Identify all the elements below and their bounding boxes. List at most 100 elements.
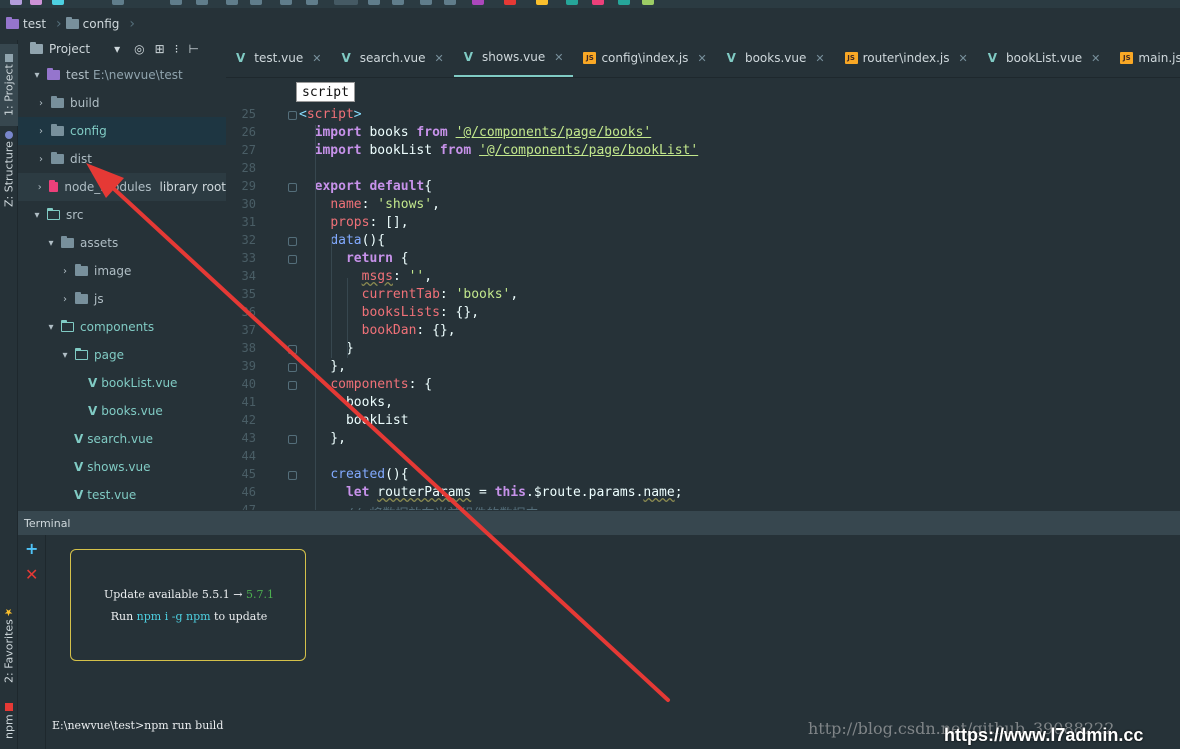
chevron-down-icon[interactable]: ▾ bbox=[46, 238, 56, 249]
cut-icon[interactable] bbox=[170, 0, 182, 5]
locate-target-icon[interactable]: ◎ bbox=[134, 42, 144, 56]
editor-tab[interactable]: Vtest.vue ✕ bbox=[226, 40, 331, 77]
chevron-down-icon[interactable]: ▾ bbox=[114, 42, 120, 56]
back-icon[interactable] bbox=[280, 0, 292, 5]
close-tab-icon[interactable]: ✕ bbox=[959, 52, 968, 65]
tree-item[interactable]: ▾ page bbox=[18, 341, 226, 369]
code-line: }, bbox=[299, 359, 346, 374]
editor-tab[interactable]: JSmain.js✕ bbox=[1110, 40, 1180, 77]
chevron-right-icon[interactable]: › bbox=[36, 154, 46, 165]
chevron-down-icon[interactable]: ▾ bbox=[46, 322, 56, 333]
chevron-down-icon[interactable]: ▾ bbox=[32, 210, 42, 221]
close-tab-icon[interactable]: ✕ bbox=[697, 52, 706, 65]
editor-tab-label: bookList.vue bbox=[1006, 51, 1083, 65]
tree-item[interactable]: › config bbox=[18, 117, 226, 145]
tree-item[interactable]: › build bbox=[18, 89, 226, 117]
fold-marker-icon[interactable] bbox=[288, 363, 297, 372]
editor-tab[interactable]: Vshows.vue ✕ bbox=[453, 40, 574, 77]
tab-structure-tool[interactable]: Z: Structure bbox=[0, 130, 18, 208]
fold-marker-icon[interactable] bbox=[288, 471, 297, 480]
update-run-line: Run npm i -g npm to update bbox=[110, 610, 268, 623]
breadcrumb-project[interactable]: test › bbox=[6, 16, 66, 32]
tree-item[interactable]: Vbooks.vue bbox=[18, 397, 226, 425]
tree-item[interactable]: Vsearch.vue bbox=[18, 425, 226, 453]
chevron-right-icon[interactable]: › bbox=[60, 294, 70, 305]
chevron-down-icon[interactable]: ▾ bbox=[60, 350, 70, 361]
debug-icon[interactable] bbox=[392, 0, 404, 5]
folder-icon bbox=[47, 68, 60, 80]
plugin-icon[interactable] bbox=[536, 0, 548, 5]
tree-item[interactable]: ▾ src bbox=[18, 201, 226, 229]
fold-marker-icon[interactable] bbox=[288, 111, 297, 120]
new-session-plus-icon[interactable]: + bbox=[25, 539, 38, 558]
tree-item[interactable]: ▾ components bbox=[18, 313, 226, 341]
fold-marker-icon[interactable] bbox=[288, 435, 297, 444]
replace-icon[interactable] bbox=[250, 0, 262, 5]
run-icon[interactable] bbox=[368, 0, 380, 5]
folder-icon bbox=[47, 208, 60, 220]
tree-item[interactable]: › image bbox=[18, 257, 226, 285]
flag-icon[interactable] bbox=[592, 0, 604, 5]
chevron-right-icon[interactable]: › bbox=[36, 126, 46, 137]
tab-npm-tool[interactable]: npm bbox=[0, 696, 18, 746]
editor-tab[interactable]: Vbooks.vue ✕ bbox=[717, 40, 835, 77]
terminal-toolbar-icon[interactable] bbox=[618, 0, 630, 5]
tab-project-tool[interactable]: 1: Project bbox=[0, 44, 18, 126]
fold-marker-icon[interactable] bbox=[288, 255, 297, 264]
settings-icon[interactable] bbox=[472, 0, 484, 5]
fold-marker-icon[interactable] bbox=[288, 237, 297, 246]
stop-icon[interactable] bbox=[444, 0, 456, 5]
forward-icon[interactable] bbox=[306, 0, 318, 5]
update-available-line: Update available 5.5.1 → 5.7.1 bbox=[103, 588, 275, 601]
line-number: 32 bbox=[241, 233, 256, 247]
tree-item[interactable]: Vshows.vue bbox=[18, 453, 226, 481]
vcs-icon[interactable] bbox=[566, 0, 578, 5]
editor-tab[interactable]: VbookList.vue ✕ bbox=[978, 40, 1111, 77]
tree-item[interactable]: › dist bbox=[18, 145, 226, 173]
find-icon[interactable] bbox=[226, 0, 238, 5]
close-tab-icon[interactable]: ✕ bbox=[554, 51, 563, 64]
save-icon[interactable] bbox=[30, 0, 42, 5]
line-number: 39 bbox=[241, 359, 256, 373]
chevron-right-icon[interactable]: › bbox=[36, 98, 46, 109]
settings-gear-icon[interactable]: ⁝ bbox=[175, 42, 179, 56]
close-tab-icon[interactable]: ✕ bbox=[1091, 52, 1100, 65]
project-view-icon bbox=[30, 42, 43, 54]
collapse-all-icon[interactable]: ⊞ bbox=[155, 42, 165, 56]
record-icon[interactable] bbox=[504, 0, 516, 5]
bug-icon[interactable] bbox=[642, 0, 654, 5]
tree-item[interactable]: ▾ test E:\newvue\test bbox=[18, 61, 226, 89]
coverage-icon[interactable] bbox=[420, 0, 432, 5]
close-tab-icon[interactable]: ✕ bbox=[312, 52, 321, 65]
close-session-icon[interactable]: ✕ bbox=[25, 565, 38, 584]
close-tab-icon[interactable]: ✕ bbox=[435, 52, 444, 65]
terminal-output[interactable]: Update available 5.5.1 → 5.7.1 Run npm i… bbox=[46, 535, 1180, 749]
fold-marker-icon[interactable] bbox=[288, 381, 297, 390]
editor-tab[interactable]: JS router\index.js ✕ bbox=[835, 40, 978, 77]
undo-icon[interactable] bbox=[112, 0, 124, 5]
editor-tab[interactable]: Vsearch.vue ✕ bbox=[331, 40, 453, 77]
project-view-selector[interactable]: Project bbox=[49, 42, 90, 56]
tab-favorites-tool[interactable]: 2: Favorites ★ bbox=[0, 606, 18, 686]
tree-item[interactable]: ▾ assets bbox=[18, 229, 226, 257]
tree-item[interactable]: VbookList.vue bbox=[18, 369, 226, 397]
close-tab-icon[interactable]: ✕ bbox=[815, 52, 824, 65]
fold-marker-icon[interactable] bbox=[288, 345, 297, 354]
chevron-right-icon[interactable]: › bbox=[60, 266, 70, 277]
sync-icon[interactable] bbox=[52, 0, 64, 5]
project-icon[interactable] bbox=[10, 0, 22, 5]
chevron-right-icon[interactable]: › bbox=[36, 182, 44, 193]
editor-tab[interactable]: JS config\index.js ✕ bbox=[573, 40, 716, 77]
line-number: 43 bbox=[241, 431, 256, 445]
fold-marker-icon[interactable] bbox=[288, 183, 297, 192]
tree-item[interactable]: Vtest.vue bbox=[18, 481, 226, 509]
hide-panel-icon[interactable]: ⊢ bbox=[188, 42, 198, 56]
tree-item[interactable]: › node_modules library root bbox=[18, 173, 226, 201]
breadcrumb-folder[interactable]: config › bbox=[65, 16, 139, 32]
copy-icon[interactable] bbox=[196, 0, 208, 5]
code-editor[interactable]: 25 <script> 26 import books from '@/compon… bbox=[226, 78, 1180, 510]
editor-tab-label: books.vue bbox=[744, 51, 807, 65]
tree-item[interactable]: › js bbox=[18, 285, 226, 313]
chevron-down-icon[interactable]: ▾ bbox=[32, 70, 42, 81]
run-config-dropdown[interactable] bbox=[334, 0, 358, 5]
